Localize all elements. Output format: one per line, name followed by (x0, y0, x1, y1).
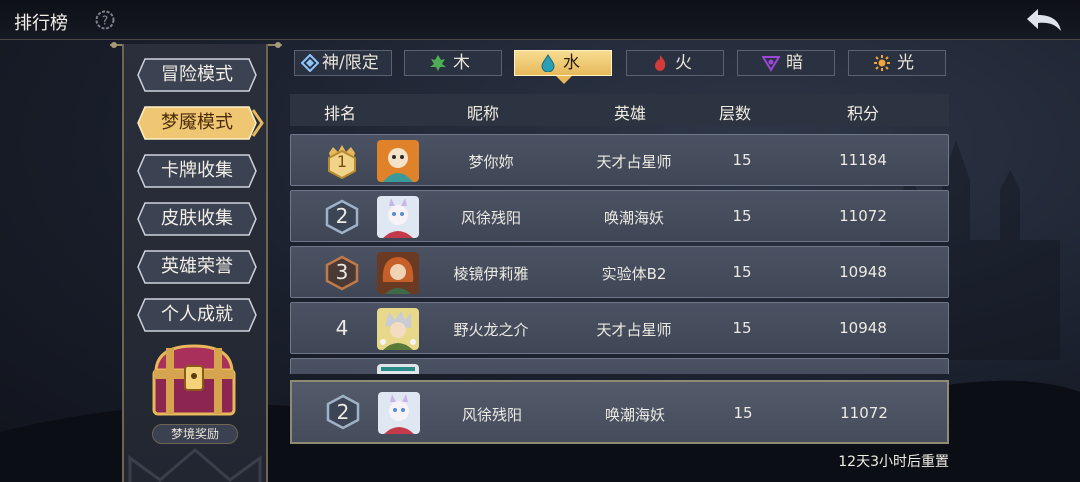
reset-countdown: 12天3小时后重置 (838, 454, 949, 470)
top-bar: 排行榜 ? (0, 0, 1080, 40)
rank-number: 2 (336, 400, 350, 424)
hero-name: 唤潮海妖 (604, 406, 666, 424)
sidebar-item-label: 梦魇模式 (161, 112, 233, 133)
back-arrow-icon[interactable] (1024, 6, 1064, 34)
table-row[interactable]: 4 野火龙之介 天才占星师 15 10948 (290, 302, 949, 354)
player-nickname: 野火龙之介 (453, 321, 529, 339)
svg-text:?: ? (102, 14, 108, 28)
help-gear-icon[interactable]: ? (94, 9, 116, 31)
leaf-icon (430, 55, 446, 71)
tab-label: 火 (675, 53, 692, 73)
rank-number: 3 (335, 260, 349, 284)
tab-fire[interactable]: 火 (626, 50, 724, 76)
tab-label: 光 (897, 53, 914, 73)
table-row[interactable]: 3 棱镜伊莉雅 实验体B2 15 10948 (290, 246, 949, 298)
ranking-list[interactable]: 1 梦你妳 天才占星师 15 11184 2 风徐残阳 唤潮海妖 15 1107… (290, 130, 949, 374)
my-rank-row[interactable]: 2 风徐残阳 唤潮海妖 15 11072 (290, 380, 949, 444)
sidebar-item-label: 卡牌收集 (161, 160, 233, 181)
diamond-icon (301, 54, 319, 72)
treasure-chest-icon[interactable] (148, 340, 240, 420)
hero-name: 实验体B2 (601, 265, 667, 283)
score-value: 10948 (839, 263, 887, 281)
tab-dark[interactable]: 暗 (737, 50, 835, 76)
player-nickname: 棱镜伊莉雅 (453, 265, 529, 283)
player-avatar (377, 308, 419, 350)
player-avatar (378, 392, 420, 434)
player-avatar (377, 196, 419, 238)
header-rank: 排名 (323, 104, 357, 123)
sidebar-item-adventure[interactable]: 冒险模式 (137, 58, 257, 92)
rank-number: 2 (335, 204, 349, 228)
score-value: 10948 (839, 319, 887, 337)
page-title: 排行榜 (14, 13, 68, 34)
sidebar-item-card-collection[interactable]: 卡牌收集 (137, 154, 257, 188)
player-avatar (377, 252, 419, 294)
rank-number: 4 (335, 316, 349, 340)
sidebar-item-label: 皮肤收集 (161, 208, 233, 229)
player-nickname: 梦你妳 (468, 153, 514, 171)
sidebar-item-label: 个人成就 (161, 304, 233, 325)
score-value: 11072 (839, 207, 887, 225)
sidebar-item-hero-honor[interactable]: 英雄荣誉 (137, 250, 257, 284)
dream-reward-label[interactable]: 梦境奖励 (152, 424, 238, 444)
sidebar-item-skin-collection[interactable]: 皮肤收集 (137, 202, 257, 236)
hero-name: 唤潮海妖 (603, 209, 665, 227)
sidebar-item-label: 英雄荣誉 (161, 256, 233, 277)
table-row-partial[interactable] (290, 358, 949, 374)
tab-label: 水 (563, 53, 580, 73)
hero-name: 天才占星师 (596, 153, 672, 171)
tab-wood[interactable]: 木 (404, 50, 502, 76)
player-avatar (377, 364, 419, 374)
table-row[interactable]: 2 风徐残阳 唤潮海妖 15 11072 (290, 190, 949, 242)
active-tab-pointer (556, 76, 572, 84)
header-nickname: 昵称 (466, 104, 500, 123)
player-nickname: 风徐残阳 (460, 209, 522, 227)
player-nickname: 风徐残阳 (461, 406, 523, 424)
floor-count: 15 (732, 263, 752, 281)
header-floors: 层数 (718, 104, 752, 123)
tab-label: 神/限定 (322, 53, 379, 73)
tab-label: 暗 (786, 53, 803, 73)
rail-bottom-ornament (128, 448, 262, 482)
floor-count: 15 (733, 404, 753, 422)
header-hero: 英雄 (613, 104, 647, 123)
score-value: 11184 (839, 151, 887, 169)
ranking-table-header: 排名 昵称 英雄 层数 积分 (290, 94, 949, 126)
floor-count: 15 (732, 207, 752, 225)
rank-number: 1 (336, 152, 348, 171)
header-score: 积分 (846, 104, 880, 123)
dark-triangle-icon (762, 56, 780, 72)
hero-name: 天才占星师 (596, 321, 672, 339)
tab-light[interactable]: 光 (848, 50, 946, 76)
tab-god-limited[interactable]: 神/限定 (294, 50, 392, 76)
table-row[interactable]: 1 梦你妳 天才占星师 15 11184 (290, 134, 949, 186)
score-value: 11072 (840, 404, 888, 422)
sun-icon (874, 55, 890, 71)
droplet-icon (541, 54, 555, 72)
tab-label: 木 (453, 53, 470, 73)
floor-count: 15 (732, 319, 752, 337)
floor-count: 15 (732, 151, 752, 169)
player-avatar (377, 140, 419, 182)
sidebar-item-nightmare[interactable]: 梦魇模式 (137, 106, 264, 140)
sidebar-item-label: 冒险模式 (161, 64, 233, 85)
flame-icon (655, 55, 666, 71)
tab-water[interactable]: 水 (514, 50, 612, 76)
sidebar-item-achievements[interactable]: 个人成就 (137, 298, 257, 332)
